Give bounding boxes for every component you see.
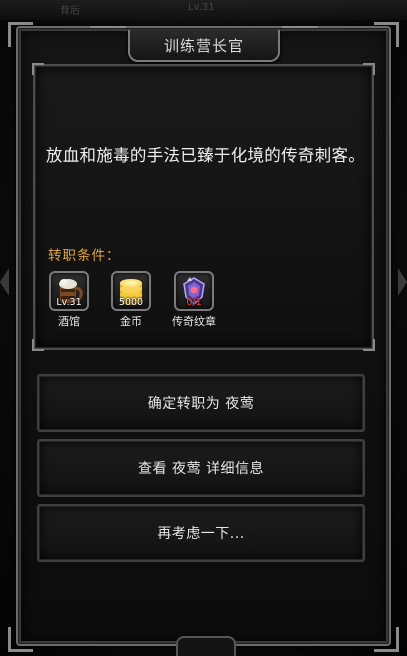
- class-description: 放血和施毒的手法已臻于化境的传奇刺客。: [45, 146, 366, 165]
- requirement-value: Lv.31: [56, 297, 82, 308]
- previous-arrow-icon[interactable]: [0, 268, 9, 296]
- frame-corner-ornament: [8, 627, 33, 652]
- panel-corner: [363, 63, 375, 75]
- requirement-caption: 酒馆: [58, 315, 80, 328]
- panel-corner: [32, 63, 44, 75]
- bottom-frame-ornament: [176, 636, 236, 656]
- tavern-icon[interactable]: Lv.31: [49, 271, 89, 311]
- panel-corner: [32, 339, 44, 351]
- confirm-class-change-button[interactable]: 确定转职为 夜莺: [37, 374, 365, 432]
- requirement-caption: 传奇纹章: [172, 315, 216, 328]
- background-text-center: Lv.31: [188, 2, 215, 13]
- game-screen: 背后 Lv.31 训练营长官 放血和施毒的手法已臻于化境的传奇刺客。 转职条件：: [0, 0, 407, 656]
- requirement-value: 5000: [118, 297, 144, 308]
- requirement-value: 0/1: [186, 297, 202, 308]
- requirement-item[interactable]: Lv.31 酒馆: [39, 271, 99, 329]
- requirement-item[interactable]: 5000 金币: [101, 271, 161, 329]
- requirement-item[interactable]: 0/1 传奇纹章: [164, 271, 224, 329]
- frame-corner-ornament: [374, 627, 399, 652]
- frame-corner-ornament: [374, 22, 399, 47]
- panel-corner: [363, 339, 375, 351]
- requirements-label: 转职条件：: [48, 248, 121, 264]
- class-info-panel: 放血和施毒的手法已臻于化境的传奇刺客。 转职条件： Lv.31 酒馆 5000 …: [32, 63, 375, 351]
- background-text-left: 背后: [60, 6, 80, 17]
- requirement-caption: 金币: [120, 315, 142, 328]
- dialog-title: 训练营长官: [163, 36, 244, 55]
- next-arrow-icon[interactable]: [398, 268, 407, 296]
- reconsider-label: 再考虑一下...: [157, 526, 245, 542]
- confirm-class-change-label: 确定转职为 夜莺: [147, 396, 255, 412]
- view-class-details-button[interactable]: 查看 夜莺 详细信息: [37, 439, 365, 497]
- reconsider-button[interactable]: 再考虑一下...: [37, 504, 365, 562]
- title-plate: 训练营长官: [90, 26, 318, 62]
- gold-coins-icon[interactable]: 5000: [111, 271, 151, 311]
- frame-corner-ornament: [8, 22, 33, 47]
- legendary-emblem-icon[interactable]: 0/1: [174, 271, 214, 311]
- view-class-details-label: 查看 夜莺 详细信息: [138, 461, 264, 477]
